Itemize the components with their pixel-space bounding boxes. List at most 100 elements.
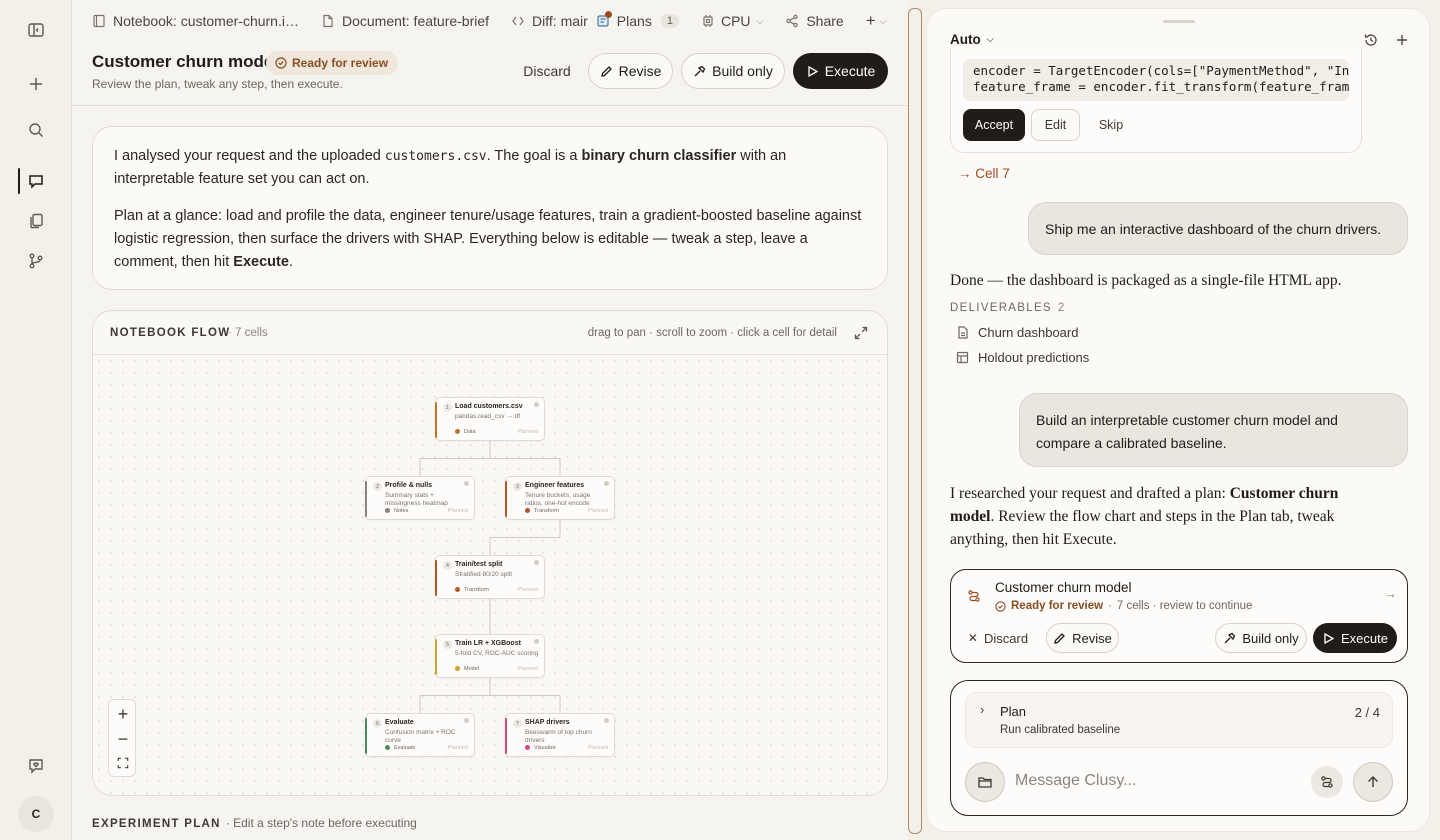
user-avatar[interactable]: C xyxy=(18,796,54,832)
tab-diff[interactable]: Diff: mair xyxy=(511,13,588,29)
mode-label: Auto xyxy=(950,32,981,47)
build-only-button[interactable]: Build only xyxy=(681,53,785,89)
plan-summary: I analysed your request and the uploaded… xyxy=(92,126,888,290)
plan-mode-button[interactable] xyxy=(1311,766,1343,798)
chevron-down-icon: ⌵ xyxy=(756,15,764,26)
history-icon[interactable] xyxy=(1363,32,1379,48)
new-chat-icon[interactable] xyxy=(24,72,48,96)
new-thread-icon[interactable] xyxy=(1394,32,1410,48)
main-area: Notebook: customer-churn.i… Document: fe… xyxy=(72,0,908,840)
plans-count-badge: 1 xyxy=(660,14,679,28)
files-icon[interactable] xyxy=(24,209,48,233)
play-icon xyxy=(808,65,819,77)
arrow-up-icon xyxy=(1368,776,1378,787)
discard-button-label: Discard xyxy=(523,63,571,79)
tab-notebook[interactable]: Notebook: customer-churn.i… xyxy=(92,13,299,29)
fit-view-button[interactable] xyxy=(113,753,133,773)
flow-header: NOTEBOOK FLOW · 7 cells drag to pan · sc… xyxy=(93,311,887,355)
build-only-button[interactable]: Build only xyxy=(1215,623,1307,653)
deliverable-item[interactable]: Holdout predictions xyxy=(956,350,1089,365)
assistant-message: I researched your request and drafted a … xyxy=(950,482,1370,551)
fit-view-icon xyxy=(117,757,129,769)
node-kind: Transform xyxy=(455,587,489,593)
plan-progress[interactable]: › Plan Run calibrated baseline 2 / 4 xyxy=(965,692,1393,748)
kind-icon xyxy=(385,745,390,751)
tab-label: Notebook: customer-churn.i… xyxy=(113,13,299,29)
mode-selector[interactable]: Auto ⌵ xyxy=(950,32,994,47)
zoom-in-button[interactable]: + xyxy=(113,704,133,724)
node-description: Summary stats + missingness heatmap xyxy=(385,492,448,507)
node-kind: Evaluate xyxy=(385,745,415,751)
node-status: Planned xyxy=(587,745,608,751)
code-suggestion-card: encoder = TargetEncoder(cols=["PaymentMe… xyxy=(950,49,1362,153)
flow-cell-node[interactable]: 6 Evaluate Confusion matrix + ROC curve Eva… xyxy=(365,713,475,757)
chat-panel: Auto ⌵ encoder = TargetEncoder(cols=["Pay… xyxy=(926,8,1430,832)
discard-button[interactable]: ✕ Discard xyxy=(965,623,1031,653)
kind-icon xyxy=(455,429,460,435)
flow-edge xyxy=(489,678,561,713)
node-status: Planned xyxy=(517,429,538,435)
branch-icon[interactable] xyxy=(24,249,48,273)
plan-route-icon xyxy=(1321,776,1333,788)
toggle-sidebar-icon[interactable] xyxy=(24,18,48,42)
tab-plans[interactable]: Plans 1 xyxy=(596,11,679,29)
revise-button[interactable]: Revise xyxy=(588,53,673,89)
kind-icon xyxy=(525,745,530,751)
feedback-icon[interactable] xyxy=(24,754,48,778)
flow-canvas[interactable]: + − 1 Load customers.csv pandas.read_csv →… xyxy=(93,355,887,795)
flow-cell-node[interactable]: 2 Profile & nulls Summary stats + missingn… xyxy=(365,476,475,520)
node-menu-icon xyxy=(534,639,539,644)
flow-cell-node[interactable]: 3 Engineer features Tenure buckets, usage … xyxy=(505,476,615,520)
skip-button[interactable]: Skip xyxy=(1087,109,1135,141)
page-subtitle: Review the plan, tweak any step, then ex… xyxy=(92,77,343,91)
message-input[interactable]: Message Clusy... xyxy=(1015,772,1137,790)
plan-card[interactable]: Customer churn model Ready for review · … xyxy=(950,569,1408,663)
send-button[interactable] xyxy=(1353,762,1393,802)
edit-button[interactable]: Edit xyxy=(1031,109,1080,141)
hammer-icon xyxy=(694,65,706,76)
notebook-flow-panel: NOTEBOOK FLOW · 7 cells drag to pan · sc… xyxy=(92,310,888,796)
execute-button[interactable]: Execute xyxy=(793,53,888,89)
flow-cell-node[interactable]: 7 SHAP drivers Beeswarm of top churn drive… xyxy=(505,713,615,757)
deliverable-item[interactable]: Churn dashboard xyxy=(956,325,1078,340)
code-block: encoder = TargetEncoder(cols=["PaymentMe… xyxy=(963,59,1349,101)
node-title: Evaluate xyxy=(385,719,414,726)
share-button[interactable]: Share xyxy=(785,13,844,29)
kind-icon xyxy=(455,587,460,593)
node-menu-icon xyxy=(604,481,609,486)
tab-document[interactable]: Document: feature-brief xyxy=(321,13,489,29)
arrow-right-icon[interactable]: → xyxy=(1384,586,1397,601)
user-message: Ship me an interactive dashboard of the … xyxy=(1028,202,1408,255)
plan-progress-count: 2 / 4 xyxy=(1354,705,1380,720)
node-accent-bar xyxy=(505,718,507,754)
cpu-dropdown[interactable]: CPU ⌵ xyxy=(701,13,763,29)
deliverables-heading: DELIVERABLES 2 xyxy=(950,302,1064,314)
page-title: Customer churn model xyxy=(92,52,279,71)
plan-card-title: Customer churn model xyxy=(995,580,1132,595)
node-number: 6 xyxy=(373,719,382,728)
status-label: Ready for review xyxy=(1011,600,1104,612)
revise-button[interactable]: Revise xyxy=(1046,623,1119,653)
node-description: 5-fold CV, ROC-AUC scoring xyxy=(455,650,539,657)
node-menu-icon xyxy=(604,718,609,723)
plan-progress-label: Plan xyxy=(1000,704,1027,719)
attach-folder-button[interactable] xyxy=(965,762,1005,802)
flow-cell-node[interactable]: 5 Train LR + XGBoost 5-fold CV, ROC-AUC sc… xyxy=(435,634,545,678)
drag-handle[interactable] xyxy=(1163,20,1195,23)
accept-button[interactable]: Accept xyxy=(963,109,1025,141)
zoom-out-button[interactable]: − xyxy=(113,729,133,749)
search-icon[interactable] xyxy=(24,118,48,142)
flow-cell-node[interactable]: 4 Train/test split Stratified 80/20 split T… xyxy=(435,555,545,599)
discard-button[interactable]: Discard xyxy=(516,53,578,89)
add-tab-button[interactable]: + ⌵ xyxy=(866,11,887,31)
discard-button-label: Discard xyxy=(983,630,1029,646)
chat-icon[interactable] xyxy=(24,169,48,193)
node-title: SHAP drivers xyxy=(525,719,570,726)
expand-icon[interactable] xyxy=(853,325,869,341)
deliverables-label: DELIVERABLES xyxy=(950,302,1052,314)
summary-paragraph-1: I analysed your request and the uploaded… xyxy=(114,145,866,191)
flow-cell-node[interactable]: 1 Load customers.csv pandas.read_csv → df D… xyxy=(435,397,545,441)
cell-link[interactable]: → Cell 7 xyxy=(958,166,1010,181)
panel-resize-handle[interactable] xyxy=(908,8,922,834)
execute-button[interactable]: Execute xyxy=(1313,623,1397,653)
